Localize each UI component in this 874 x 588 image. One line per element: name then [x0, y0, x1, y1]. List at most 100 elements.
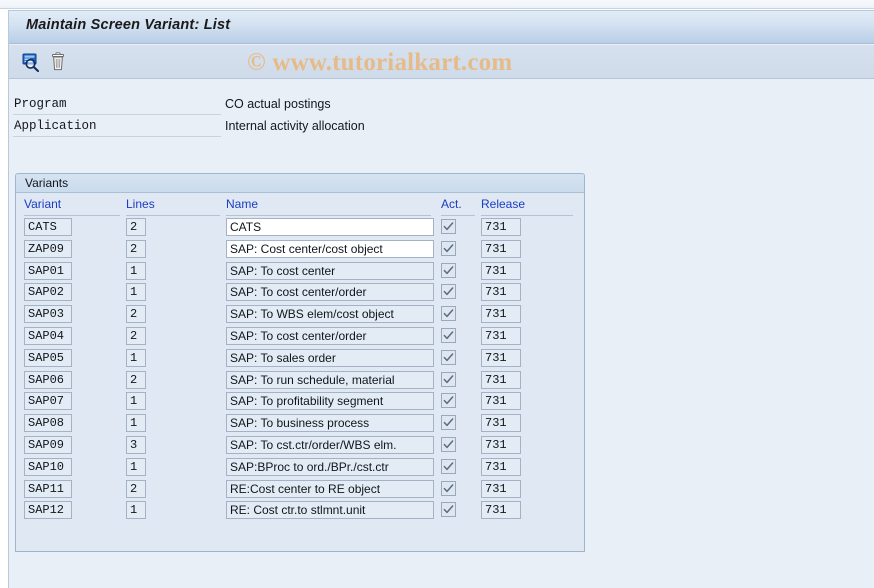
variant-field[interactable]: SAP03 — [24, 305, 72, 324]
variant-field[interactable]: SAP11 — [24, 479, 72, 498]
name-field[interactable]: SAP:BProc to ord./BPr./cst.ctr — [226, 457, 434, 476]
name-field[interactable]: SAP: To sales order — [226, 348, 434, 367]
name-field[interactable]: SAP: To profitability segment — [226, 392, 434, 411]
name-field[interactable]: SAP: To WBS elem/cost object — [226, 305, 434, 324]
name-field[interactable]: SAP: Cost center/cost object — [226, 239, 434, 258]
act-checkbox[interactable] — [441, 393, 456, 409]
act-checkbox[interactable] — [441, 480, 456, 496]
table-row: SAP03 2 SAP: To WBS elem/cost object 731 — [16, 303, 584, 325]
release-field[interactable]: 731 — [481, 435, 521, 454]
application-value: Internal activity allocation — [225, 119, 365, 133]
lines-field[interactable]: 1 — [126, 457, 146, 476]
act-checkbox[interactable] — [441, 349, 456, 365]
sap-screen-variant-list: Maintain Screen Variant: List © www.tuto… — [0, 0, 874, 588]
table-row: SAP06 2 SAP: To run schedule, material 731 — [16, 369, 584, 391]
variant-field[interactable]: SAP02 — [24, 283, 72, 302]
column-header-act: Act. — [441, 197, 462, 211]
delete-icon[interactable] — [47, 51, 69, 73]
variant-field[interactable]: SAP04 — [24, 326, 72, 345]
table-column-headers: Variant Lines Name Act. Release — [16, 194, 584, 216]
variant-field[interactable]: CATS — [24, 218, 72, 236]
table-row: SAP01 1 SAP: To cost center 731 — [16, 260, 584, 282]
variant-field[interactable]: SAP12 — [24, 501, 72, 520]
release-field[interactable]: 731 — [481, 348, 521, 367]
release-field[interactable]: 731 — [481, 239, 521, 258]
column-header-name: Name — [226, 197, 259, 211]
variant-field[interactable]: SAP05 — [24, 348, 72, 367]
program-value: CO actual postings — [225, 97, 331, 111]
title-bar: Maintain Screen Variant: List — [9, 11, 874, 44]
name-field[interactable]: SAP: To cost center — [226, 261, 434, 280]
table-row: SAP08 1 SAP: To business process 731 — [16, 412, 584, 434]
act-checkbox[interactable] — [441, 502, 456, 518]
variant-field[interactable]: SAP10 — [24, 457, 72, 476]
variants-panel-title: Variants — [25, 176, 69, 190]
release-field[interactable]: 731 — [481, 479, 521, 498]
act-checkbox[interactable] — [441, 371, 456, 387]
release-field[interactable]: 731 — [481, 283, 521, 302]
release-field[interactable]: 731 — [481, 392, 521, 411]
act-checkbox[interactable] — [441, 306, 456, 322]
lines-field[interactable]: 1 — [126, 261, 146, 280]
lines-field[interactable]: 2 — [126, 479, 146, 498]
lines-field[interactable]: 2 — [126, 305, 146, 324]
application-window: Maintain Screen Variant: List © www.tuto… — [8, 10, 874, 588]
table-row: SAP12 1 RE: Cost ctr.to stlmnt.unit 731 — [16, 499, 584, 521]
name-field[interactable]: SAP: To business process — [226, 414, 434, 433]
lines-field[interactable]: 1 — [126, 414, 146, 433]
variant-field[interactable]: SAP06 — [24, 370, 72, 389]
name-field[interactable]: RE: Cost ctr.to stlmnt.unit — [226, 501, 434, 520]
lines-field[interactable]: 2 — [126, 326, 146, 345]
table-row: ZAP09 2 SAP: Cost center/cost object 731 — [16, 238, 584, 260]
table-row: SAP05 1 SAP: To sales order 731 — [16, 347, 584, 369]
act-checkbox[interactable] — [441, 284, 456, 300]
lines-field[interactable]: 1 — [126, 501, 146, 520]
name-field[interactable]: CATS — [226, 218, 434, 236]
variant-field[interactable]: SAP09 — [24, 435, 72, 454]
name-field[interactable]: SAP: To cost center/order — [226, 283, 434, 302]
act-checkbox[interactable] — [441, 240, 456, 256]
lines-field[interactable]: 1 — [126, 283, 146, 302]
top-strip — [0, 0, 874, 9]
release-field[interactable]: 731 — [481, 457, 521, 476]
column-header-release: Release — [481, 197, 526, 211]
act-checkbox[interactable] — [441, 327, 456, 343]
table-row: CATS 2 CATS 731 — [16, 216, 584, 238]
column-header-variant: Variant — [24, 197, 62, 211]
lines-field[interactable]: 1 — [126, 348, 146, 367]
variants-table-rows: CATS 2 CATS 731 ZAP09 2 SAP: Cost center/cost … — [16, 216, 584, 521]
name-field[interactable]: SAP: To cst.ctr/order/WBS elm. — [226, 435, 434, 454]
lines-field[interactable]: 2 — [126, 239, 146, 258]
lines-field[interactable]: 2 — [126, 370, 146, 389]
release-field[interactable]: 731 — [481, 305, 521, 324]
table-row: SAP07 1 SAP: To profitability segment 731 — [16, 390, 584, 412]
act-checkbox[interactable] — [441, 436, 456, 452]
lines-field[interactable]: 1 — [126, 392, 146, 411]
name-field[interactable]: SAP: To cost center/order — [226, 326, 434, 345]
act-checkbox[interactable] — [441, 219, 456, 234]
release-field[interactable]: 731 — [481, 218, 521, 236]
lines-field[interactable]: 3 — [126, 435, 146, 454]
variant-field[interactable]: SAP08 — [24, 414, 72, 433]
release-field[interactable]: 731 — [481, 501, 521, 520]
release-field[interactable]: 731 — [481, 261, 521, 280]
page-title: Maintain Screen Variant: List — [26, 17, 231, 33]
variants-panel-body: Variant Lines Name Act. Release CATS 2 CAT… — [16, 194, 584, 551]
release-field[interactable]: 731 — [481, 370, 521, 389]
name-field[interactable]: SAP: To run schedule, material — [226, 370, 434, 389]
release-field[interactable]: 731 — [481, 326, 521, 345]
table-row: SAP04 2 SAP: To cost center/order 731 — [16, 325, 584, 347]
variant-field[interactable]: SAP07 — [24, 392, 72, 411]
act-checkbox[interactable] — [441, 262, 456, 278]
release-field[interactable]: 731 — [481, 414, 521, 433]
display-icon[interactable] — [20, 51, 42, 73]
act-checkbox[interactable] — [441, 458, 456, 474]
name-field[interactable]: RE:Cost center to RE object — [226, 479, 434, 498]
act-checkbox[interactable] — [441, 415, 456, 431]
table-row: SAP09 3 SAP: To cst.ctr/order/WBS elm. 731 — [16, 434, 584, 456]
variant-field[interactable]: SAP01 — [24, 261, 72, 280]
lines-field[interactable]: 2 — [126, 218, 146, 236]
variant-field[interactable]: ZAP09 — [24, 239, 72, 258]
variants-panel-header: Variants — [16, 174, 584, 193]
program-info-section: Program CO actual postings Application I… — [9, 80, 874, 138]
